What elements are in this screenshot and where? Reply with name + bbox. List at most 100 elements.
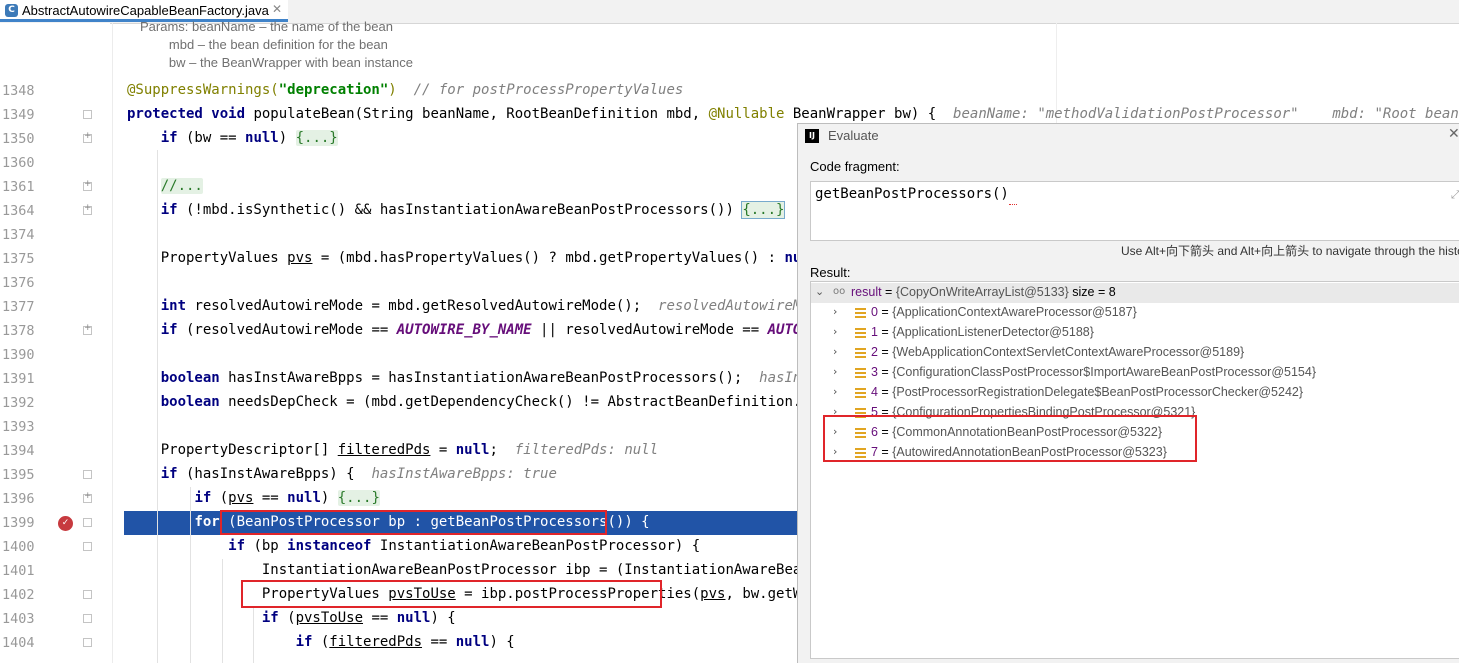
code-text[interactable]: PropertyValues pvsToUse = ibp.postProces…: [127, 586, 835, 602]
folded-region[interactable]: {...}: [337, 490, 380, 506]
folded-region[interactable]: {...}: [741, 201, 786, 219]
code-text[interactable]: PropertyValues pvs = (mbd.hasPropertyVal…: [127, 250, 835, 266]
fold-collapse-icon[interactable]: [83, 614, 92, 623]
fold-collapse-icon[interactable]: [83, 518, 92, 527]
line-number[interactable]: 1377: [0, 299, 44, 315]
code-token: InstantiationAwareBeanPostProcessor ibp …: [127, 562, 836, 578]
chevron-right-icon[interactable]: ›: [833, 305, 843, 318]
line-number[interactable]: 1401: [0, 563, 44, 579]
fold-collapse-icon[interactable]: [83, 590, 92, 599]
doc-line: Params: beanName – the name of the bean: [140, 19, 393, 34]
fold-collapse-icon[interactable]: [83, 110, 92, 119]
line-number[interactable]: 1376: [0, 275, 44, 291]
tab-label: AbstractAutowireCapableBeanFactory.java: [22, 3, 269, 18]
code-text[interactable]: boolean needsDepCheck = (mbd.getDependen…: [127, 394, 835, 410]
tree-row[interactable]: › 1 = {ApplicationListenerDetector@5188}: [811, 323, 1459, 343]
tree-row-root[interactable]: ⌄ oo result = {CopyOnWriteArrayList@5133…: [811, 283, 1459, 303]
code-text[interactable]: //...: [127, 178, 203, 194]
line-number[interactable]: 1349: [0, 107, 44, 123]
line-number[interactable]: 1399: [0, 515, 44, 531]
chevron-right-icon[interactable]: ›: [833, 385, 843, 398]
code-token: int: [160, 298, 187, 314]
line-number[interactable]: 1393: [0, 419, 44, 435]
code-text[interactable]: for (BeanPostProcessor bp : getBeanPostP…: [127, 514, 649, 530]
chevron-right-icon[interactable]: ›: [833, 405, 843, 418]
code-fragment-input[interactable]: getBeanPostProcessors() ⤢: [810, 181, 1459, 241]
code-text[interactable]: if (hasInstAwareBpps) { hasInstAwareBpps…: [127, 466, 557, 482]
dialog-title-bar[interactable]: IJ Evaluate ✕: [798, 124, 1459, 150]
line-number[interactable]: 1400: [0, 539, 44, 555]
fold-expand-icon[interactable]: [83, 203, 92, 215]
code-fragment-value[interactable]: getBeanPostProcessors(): [815, 186, 1009, 202]
code-text[interactable]: if (bp instanceof InstantiationAwareBean…: [127, 538, 700, 554]
fold-expand-icon[interactable]: [83, 179, 92, 191]
code-text[interactable]: PropertyDescriptor[] filteredPds = null;…: [127, 442, 658, 458]
tree-row[interactable]: › 7 = {AutowiredAnnotationBeanPostProcess…: [811, 443, 1459, 463]
line-number[interactable]: 1396: [0, 491, 44, 507]
tree-row[interactable]: › 5 = {ConfigurationPropertiesBindingPost…: [811, 403, 1459, 423]
line-number[interactable]: 1394: [0, 443, 44, 459]
line-number[interactable]: 1361: [0, 179, 44, 195]
code-text[interactable]: if (filteredPds == null) {: [127, 634, 515, 650]
line-number[interactable]: 1364: [0, 203, 44, 219]
evaluate-dialog[interactable]: IJ Evaluate ✕ Code fragment: getBeanPost…: [797, 123, 1459, 663]
code-text[interactable]: if (resolvedAutowireMode == AUTOWIRE_BY_…: [127, 322, 835, 338]
expand-icon[interactable]: ⤢: [1451, 188, 1459, 202]
chevron-right-icon[interactable]: ›: [833, 345, 843, 358]
chevron-right-icon[interactable]: ›: [833, 365, 843, 378]
code-text[interactable]: if (bw == null) {...}: [127, 130, 338, 146]
history-nav-hint: Use Alt+向下箭头 and Alt+向上箭头 to navigate th…: [1121, 244, 1459, 258]
chevron-right-icon[interactable]: ›: [833, 445, 843, 458]
line-number[interactable]: 1378: [0, 323, 44, 339]
line-number[interactable]: 1404: [0, 635, 44, 651]
code-line[interactable]: 1348 @SuppressWarnings("deprecation") // …: [0, 79, 1459, 103]
folded-region[interactable]: {...}: [295, 130, 338, 146]
tree-item-key: 1: [871, 325, 878, 339]
field-icon: [855, 368, 866, 378]
line-number[interactable]: 1375: [0, 251, 44, 267]
code-token: null: [287, 490, 321, 506]
code-text[interactable]: @SuppressWarnings("deprecation") // for …: [127, 82, 683, 98]
field-icon: [855, 308, 866, 318]
line-number[interactable]: 1360: [0, 155, 44, 171]
chevron-down-icon[interactable]: ⌄: [815, 285, 825, 298]
line-number[interactable]: 1374: [0, 227, 44, 243]
result-tree[interactable]: ⌄ oo result = {CopyOnWriteArrayList@5133…: [810, 281, 1459, 659]
fold-collapse-icon[interactable]: [83, 470, 92, 479]
code-text[interactable]: if (pvs == null) {...}: [127, 490, 380, 506]
tree-row[interactable]: › 0 = {ApplicationContextAwareProcessor@5…: [811, 303, 1459, 323]
line-number[interactable]: 1403: [0, 611, 44, 627]
chevron-right-icon[interactable]: ›: [833, 425, 843, 438]
line-number[interactable]: 1350: [0, 131, 44, 147]
tree-row[interactable]: › 6 = {CommonAnnotationBeanPostProcessor@…: [811, 423, 1459, 443]
fold-expand-icon[interactable]: [83, 491, 92, 503]
tree-row[interactable]: › 4 = {PostProcessorRegistrationDelegate$…: [811, 383, 1459, 403]
close-icon[interactable]: ✕: [272, 2, 282, 16]
code-text[interactable]: int resolvedAutowireMode = mbd.getResolv…: [127, 298, 827, 314]
code-token: (hasInstAwareBpps) {: [177, 466, 372, 482]
fold-expand-icon[interactable]: [83, 131, 92, 143]
code-text[interactable]: protected void populateBean(String beanN…: [127, 106, 1459, 122]
line-number[interactable]: 1402: [0, 587, 44, 603]
folded-region[interactable]: //...: [160, 178, 203, 194]
code-text[interactable]: if (!mbd.isSynthetic() && hasInstantiati…: [127, 201, 786, 219]
code-token: (bw ==: [177, 130, 246, 146]
code-text[interactable]: InstantiationAwareBeanPostProcessor ibp …: [127, 562, 835, 578]
tree-row[interactable]: › 2 = {WebApplicationContextServletContex…: [811, 343, 1459, 363]
line-number[interactable]: 1391: [0, 371, 44, 387]
tree-item-key: 7: [871, 445, 878, 459]
line-number[interactable]: 1392: [0, 395, 44, 411]
code-text[interactable]: if (pvsToUse == null) {: [127, 610, 456, 626]
close-icon[interactable]: ✕: [1448, 126, 1459, 142]
tree-row[interactable]: › 3 = {ConfigurationClassPostProcessor$Im…: [811, 363, 1459, 383]
breakpoint-icon[interactable]: ✓: [58, 516, 73, 531]
doc-comment: Params: beanName – the name of the bean …: [140, 18, 413, 72]
fold-expand-icon[interactable]: [83, 323, 92, 335]
code-text[interactable]: boolean hasInstAwareBpps = hasInstantiat…: [127, 370, 827, 386]
fold-collapse-icon[interactable]: [83, 638, 92, 647]
line-number[interactable]: 1348: [0, 83, 44, 99]
line-number[interactable]: 1395: [0, 467, 44, 483]
line-number[interactable]: 1390: [0, 347, 44, 363]
fold-collapse-icon[interactable]: [83, 542, 92, 551]
chevron-right-icon[interactable]: ›: [833, 325, 843, 338]
